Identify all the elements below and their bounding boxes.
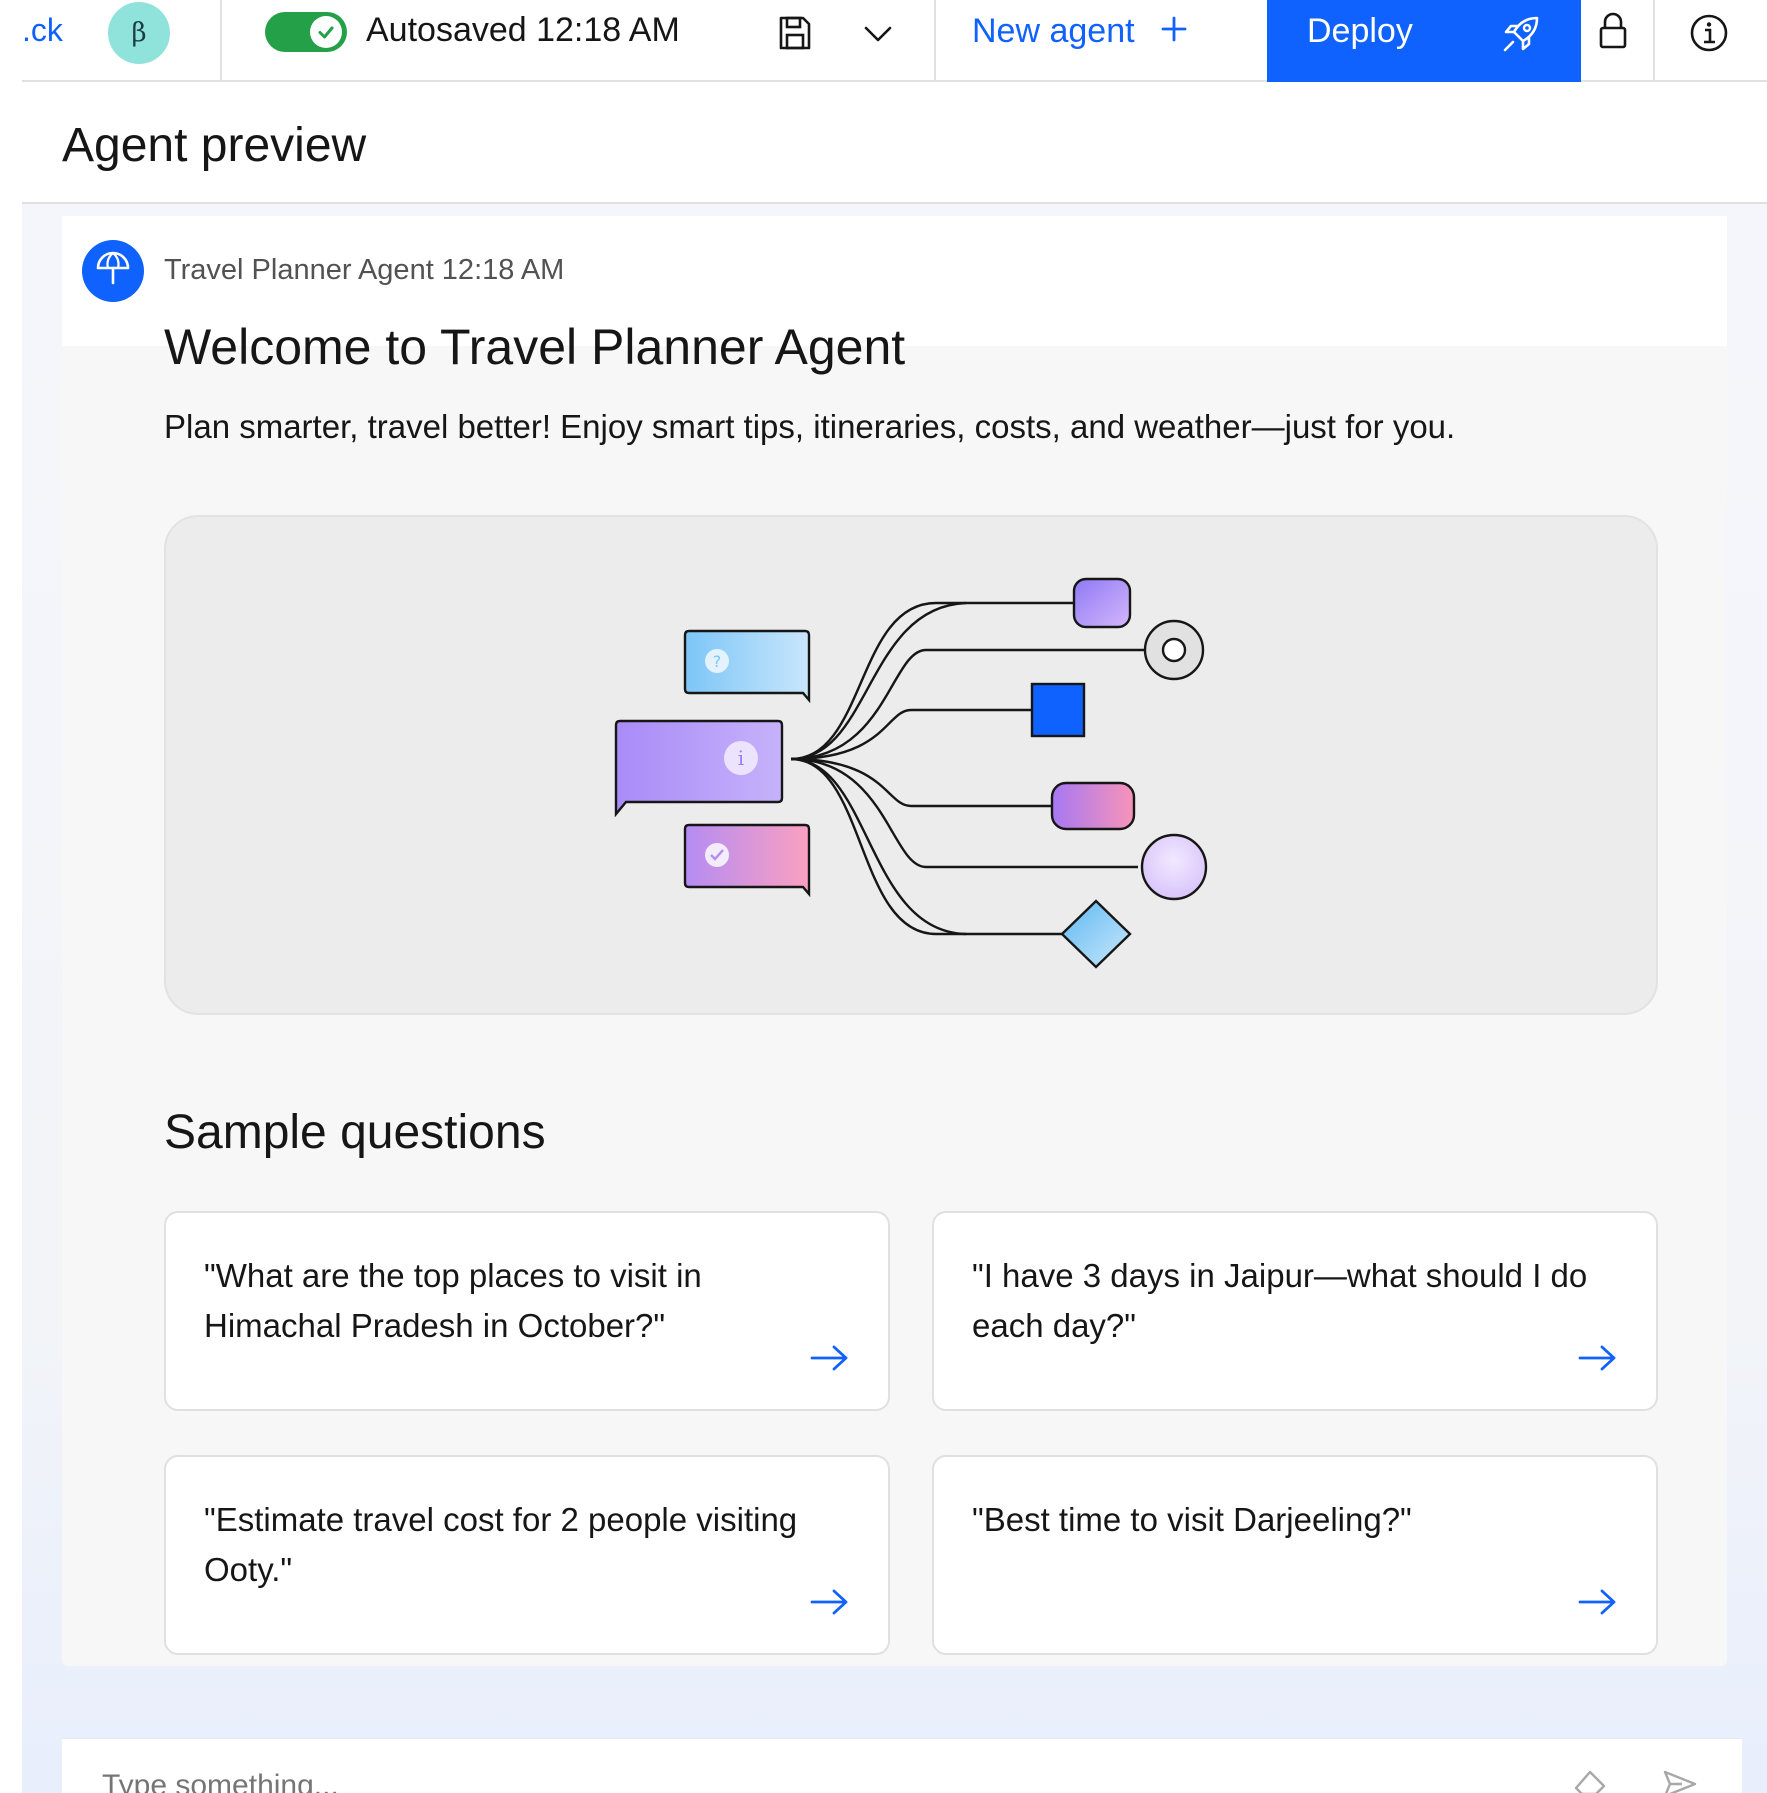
sample-question-text: "Estimate travel cost for 2 people visit… (204, 1501, 798, 1588)
info-bubble: i (614, 719, 784, 818)
back-link[interactable]: .ck (22, 12, 63, 49)
message-composer (62, 1738, 1742, 1793)
lock-icon[interactable] (1590, 8, 1636, 54)
circle-shape (1140, 833, 1208, 901)
svg-text:i: i (738, 746, 744, 770)
check-icon (310, 16, 342, 48)
info-icon[interactable] (1686, 10, 1732, 56)
welcome-description: Plan smarter, travel better! Enjoy smart… (164, 408, 1456, 445)
agent-avatar (82, 240, 144, 302)
target-shape (1143, 619, 1205, 681)
svg-text:?: ? (713, 652, 722, 671)
divider (1653, 0, 1655, 82)
autosave-status: Autosaved 12:18 AM (366, 11, 680, 49)
sample-question-card[interactable]: "Estimate travel cost for 2 people visit… (164, 1455, 890, 1655)
beta-badge: β (108, 2, 170, 64)
save-icon[interactable] (774, 12, 816, 54)
page-title: Agent preview (62, 119, 367, 172)
pill-shape (1050, 781, 1136, 831)
sample-question-text: "What are the top places to visit in Him… (204, 1257, 702, 1344)
arrow-right-icon (1578, 1588, 1618, 1621)
sample-question-text: "I have 3 days in Jaipur—what should I d… (972, 1257, 1588, 1344)
check-bubble (683, 823, 811, 898)
new-agent-button[interactable]: New agent (972, 12, 1187, 51)
question-bubble: ? (683, 629, 811, 704)
divider (220, 0, 222, 82)
plus-icon (1161, 12, 1187, 51)
divider (934, 0, 936, 82)
arrow-right-icon (810, 1344, 850, 1377)
branch-lines (790, 601, 1144, 936)
new-agent-label: New agent (972, 12, 1135, 50)
rocket-icon (1501, 14, 1541, 63)
arrow-right-icon (1578, 1344, 1618, 1377)
welcome-title: Welcome to Travel Planner Agent (164, 319, 906, 375)
umbrella-icon (94, 250, 132, 293)
sample-question-card[interactable]: "What are the top places to visit in Him… (164, 1211, 890, 1411)
sample-question-text: "Best time to visit Darjeeling?" (972, 1501, 1412, 1538)
pill-shape (1072, 577, 1132, 629)
send-icon[interactable] (1662, 1769, 1698, 1793)
top-bar: .ck β Autosaved 12:18 AM New agent Deplo… (22, 0, 1767, 82)
flow-illustration: ? i (614, 577, 1208, 969)
sample-questions-title: Sample questions (164, 1106, 546, 1159)
deploy-label: Deploy (1307, 12, 1413, 50)
message-input[interactable] (102, 1769, 1502, 1793)
square-shape (1030, 682, 1086, 738)
diamond-shape (1060, 899, 1132, 969)
deploy-button[interactable]: Deploy (1267, 0, 1581, 82)
sample-question-card[interactable]: "Best time to visit Darjeeling?" (932, 1455, 1658, 1655)
arrow-right-icon (810, 1588, 850, 1621)
chevron-down-icon[interactable] (856, 14, 900, 54)
sample-question-card[interactable]: "I have 3 days in Jaipur—what should I d… (932, 1211, 1658, 1411)
illustration-panel: ? i (164, 515, 1658, 1015)
agent-meta: Travel Planner Agent 12:18 AM (164, 254, 565, 286)
autosave-toggle[interactable] (265, 12, 347, 52)
eraser-icon[interactable] (1572, 1769, 1608, 1793)
